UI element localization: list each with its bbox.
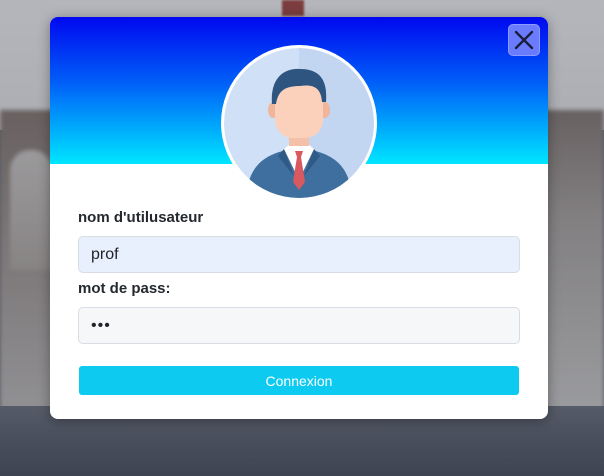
connexion-button[interactable]: Connexion	[79, 366, 519, 395]
close-icon	[514, 30, 534, 50]
close-button[interactable]	[508, 24, 540, 56]
login-modal: nom d'utilusateur mot de pass: Connexion	[50, 17, 548, 419]
password-input[interactable]	[78, 307, 520, 344]
username-label: nom d'utilusateur	[78, 209, 204, 226]
username-input[interactable]	[78, 236, 520, 273]
password-label: mot de pass:	[78, 280, 171, 297]
login-form: nom d'utilusateur mot de pass:	[78, 207, 520, 344]
user-avatar-icon	[224, 48, 374, 198]
